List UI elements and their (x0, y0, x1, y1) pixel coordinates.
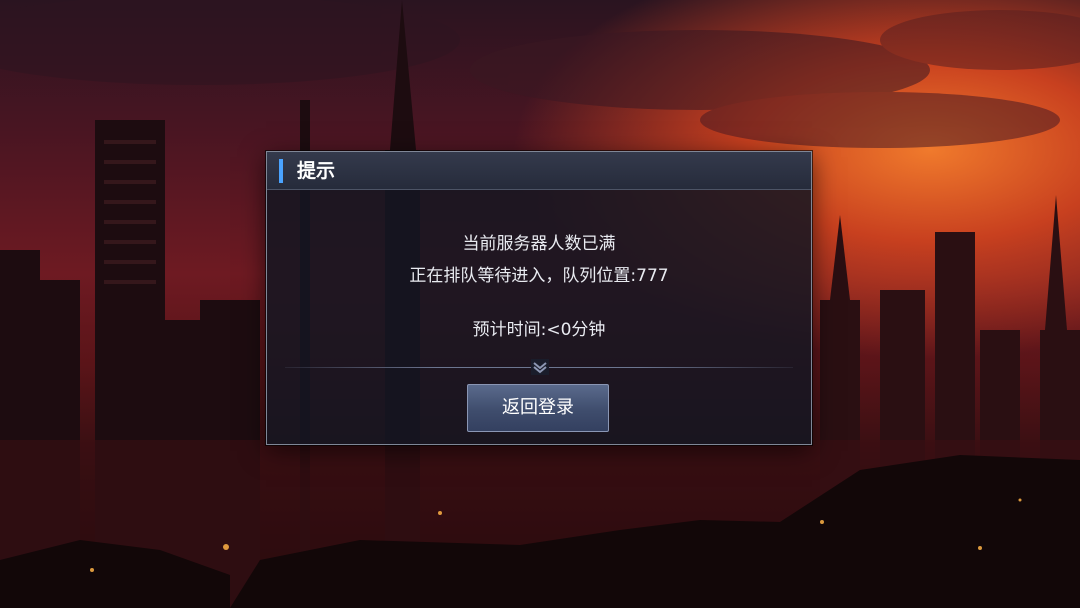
chevron-down-icon (531, 359, 549, 375)
return-to-login-button[interactable]: 返回登录 (467, 384, 609, 432)
header-accent-bar (279, 159, 283, 183)
server-full-message: 当前服务器人数已满 (462, 234, 616, 254)
estimated-time-message: 预计时间:<0分钟 (472, 320, 606, 340)
dialog-header: 提示 (267, 152, 811, 190)
game-scene: 提示 当前服务器人数已满 正在排队等待进入，队列位置:777 预计时间:<0分钟… (0, 0, 1080, 608)
dialog-title: 提示 (297, 160, 336, 182)
queue-position-message: 正在排队等待进入，队列位置:777 (409, 266, 669, 286)
queue-notice-dialog: 提示 当前服务器人数已满 正在排队等待进入，队列位置:777 预计时间:<0分钟… (266, 151, 812, 445)
